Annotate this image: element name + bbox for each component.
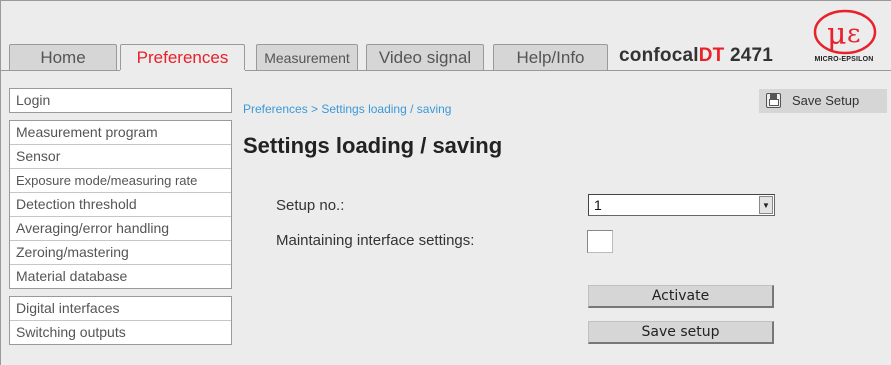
active-tab-gap — [120, 70, 245, 71]
setup-number-select[interactable]: 1 ▼ — [588, 194, 775, 216]
sidebar-item-material-database[interactable]: Material database — [10, 265, 231, 288]
floppy-disk-icon — [766, 93, 781, 108]
activate-button[interactable]: Activate — [588, 285, 774, 308]
sidebar-item-sensor[interactable]: Sensor — [10, 145, 231, 169]
svg-text:μ: μ — [827, 17, 847, 52]
sidebar-item-measurement-program[interactable]: Measurement program — [10, 121, 231, 145]
sidebar-group-interfaces: Digital interfaces Switching outputs — [9, 296, 232, 345]
save-setup-button[interactable]: Save Setup — [759, 89, 887, 113]
product-name: confocalDT 2471 — [619, 45, 774, 66]
maintain-interface-checkbox[interactable] — [587, 230, 613, 253]
sidebar-item-detection-threshold[interactable]: Detection threshold — [10, 193, 231, 217]
sidebar-item-averaging[interactable]: Averaging/error handling — [10, 217, 231, 241]
me-logo-icon: μ ε — [813, 9, 877, 55]
svg-text:ε: ε — [847, 19, 860, 49]
tab-home[interactable]: Home — [9, 44, 117, 70]
maintain-interface-label: Maintaining interface settings: — [276, 232, 475, 249]
tab-measurement[interactable]: Measurement — [256, 44, 358, 70]
micro-epsilon-logo: μ ε MICRO-EPSILON — [805, 8, 883, 66]
logo-text: MICRO-EPSILON — [814, 56, 874, 63]
save-setup-form-button[interactable]: Save setup — [588, 321, 774, 344]
sidebar-item-switching-outputs[interactable]: Switching outputs — [10, 321, 231, 344]
sidebar-item-exposure-mode[interactable]: Exposure mode/measuring rate — [10, 169, 231, 193]
sidebar-group-measurement: Measurement program Sensor Exposure mode… — [9, 120, 232, 289]
save-setup-label: Save Setup — [792, 93, 860, 108]
setup-number-value: 1 — [594, 197, 602, 213]
dropdown-arrow-icon[interactable]: ▼ — [759, 196, 773, 214]
tab-help-info[interactable]: Help/Info — [493, 44, 608, 70]
setup-number-label: Setup no.: — [276, 197, 345, 214]
sidebar-item-zeroing[interactable]: Zeroing/mastering — [10, 241, 231, 265]
breadcrumb[interactable]: Preferences > Settings loading / saving — [243, 102, 451, 116]
sidebar-group-login: Login — [9, 88, 232, 113]
sidebar: Login Measurement program Sensor Exposur… — [9, 88, 232, 352]
sidebar-item-digital-interfaces[interactable]: Digital interfaces — [10, 297, 231, 321]
sidebar-item-login[interactable]: Login — [10, 89, 231, 112]
page-title: Settings loading / saving — [243, 133, 503, 158]
tab-video-signal[interactable]: Video signal — [366, 44, 484, 70]
tab-bar: Home Preferences Measurement Video signa… — [0, 0, 891, 71]
tab-preferences[interactable]: Preferences — [120, 44, 245, 71]
